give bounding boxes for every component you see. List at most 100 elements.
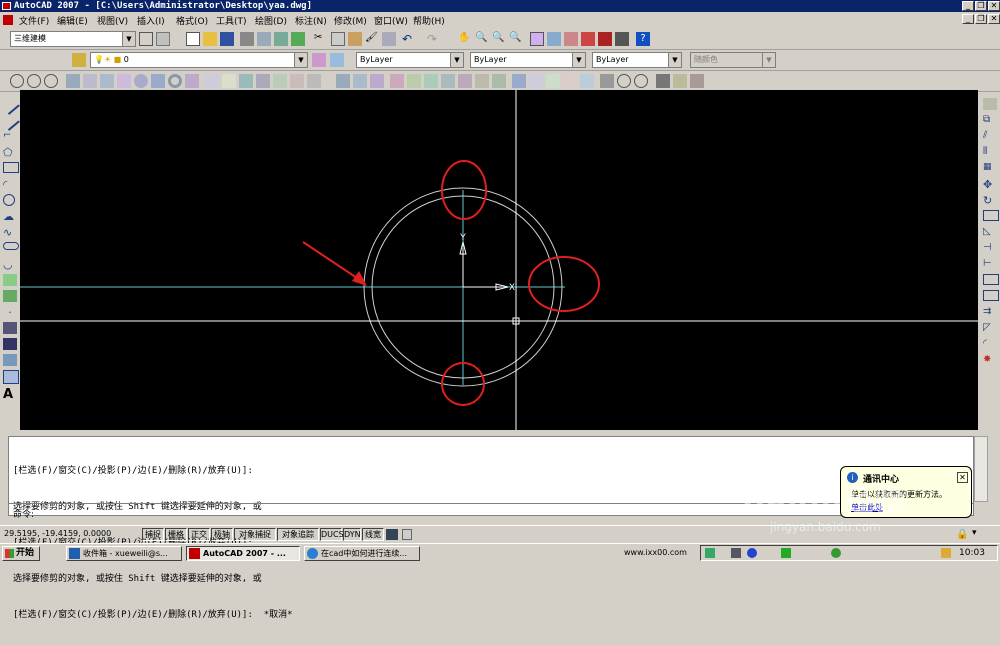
view-top-icon[interactable]	[529, 74, 543, 88]
copy-object-icon[interactable]: ⧉	[983, 114, 997, 126]
minimize-button[interactable]: _	[962, 1, 974, 11]
menu-format[interactable]: 格式(O)	[176, 14, 208, 27]
stretch-icon[interactable]: ◺	[983, 226, 997, 238]
menu-view[interactable]: 视图(V)	[97, 14, 128, 27]
subtract-icon[interactable]	[353, 74, 367, 88]
restore-button[interactable]: ❐	[975, 1, 987, 11]
annotation-icon[interactable]	[402, 529, 412, 540]
insert-block-icon[interactable]	[3, 274, 17, 286]
task-browser[interactable]: 在cad中如何进行连续...	[304, 546, 420, 561]
balloon-close-button[interactable]: ✕	[957, 472, 968, 483]
tray-update-icon[interactable]	[941, 548, 951, 558]
task-outlook[interactable]: 收件箱 - xueweili@s...	[66, 546, 182, 561]
make-current-layer-icon[interactable]	[312, 53, 326, 67]
menu-tools[interactable]: 工具(T)	[216, 14, 247, 27]
menu-insert[interactable]: 插入(I)	[137, 14, 165, 27]
menu-draw[interactable]: 绘图(D)	[255, 14, 287, 27]
clock[interactable]: 10:03	[959, 548, 985, 558]
polygon-icon[interactable]: ⬠	[3, 146, 17, 159]
arc-icon[interactable]: ◜	[3, 178, 17, 191]
zoom-previous-icon[interactable]: 🔍	[509, 32, 523, 46]
coordinate-display[interactable]: 29.5195, -19.4159, 0.0000	[4, 529, 111, 538]
multiline-text-icon[interactable]: A	[3, 387, 17, 402]
intersect-icon[interactable]	[370, 74, 384, 88]
array-icon[interactable]: ▦	[983, 162, 997, 174]
walk-icon[interactable]	[617, 74, 631, 88]
view-side-icon[interactable]	[563, 74, 577, 88]
linetype-select[interactable]: ByLayer ▼	[470, 52, 586, 68]
pan-icon[interactable]: ✋	[458, 32, 472, 46]
layer-select[interactable]: 💡☀ ■ 0 ▼	[90, 52, 308, 68]
grid-toggle[interactable]: 栅格	[165, 528, 187, 541]
tray-network-icon[interactable]	[705, 548, 715, 558]
lock-icon[interactable]: 🔒	[956, 529, 968, 540]
light-icon[interactable]	[673, 74, 687, 88]
gradient-icon[interactable]	[3, 338, 17, 350]
3d-orbit-icon[interactable]	[10, 74, 24, 88]
workspace-settings-icon[interactable]	[139, 32, 153, 46]
ortho-toggle[interactable]: 正交	[188, 528, 210, 541]
revision-cloud-icon[interactable]: ☁	[3, 210, 17, 223]
lineweight-toggle[interactable]: 线宽	[362, 528, 384, 541]
rotate-icon[interactable]: ↻	[983, 194, 997, 207]
statusbar-menu-icon[interactable]: ▾	[972, 528, 977, 538]
help-icon[interactable]: ?	[636, 32, 650, 46]
point-icon[interactable]: ·	[3, 306, 17, 319]
3d-dwf-icon[interactable]	[291, 32, 305, 46]
design-center-icon[interactable]	[547, 32, 561, 46]
dyn-toggle[interactable]: DYN	[343, 528, 361, 541]
menu-dimension[interactable]: 标注(N)	[295, 14, 327, 27]
break-icon[interactable]	[983, 290, 999, 301]
spline-icon[interactable]: ∿	[3, 226, 17, 239]
render-icon[interactable]	[656, 74, 670, 88]
rectangle-icon[interactable]	[3, 162, 19, 173]
model-space-icon[interactable]	[386, 529, 398, 540]
planar-surface-icon[interactable]	[222, 74, 236, 88]
sweep-icon[interactable]	[273, 74, 287, 88]
markup-icon[interactable]	[598, 32, 612, 46]
drawing-canvas[interactable]: Y X	[20, 90, 978, 430]
pyramid-icon[interactable]	[185, 74, 199, 88]
continuous-orbit-icon[interactable]	[44, 74, 58, 88]
copy-icon[interactable]	[331, 32, 345, 46]
zoom-window-icon[interactable]: 🔍	[492, 32, 506, 46]
publish-icon[interactable]	[274, 32, 288, 46]
snap-toggle[interactable]: 捕捉	[142, 528, 164, 541]
mirror-icon[interactable]: ⫽	[983, 130, 997, 142]
menu-help[interactable]: 帮助(H)	[413, 14, 445, 27]
ducs-toggle[interactable]: DUCS	[320, 528, 344, 541]
command-scrollbar[interactable]	[974, 436, 988, 502]
tray-app-icon[interactable]	[831, 548, 841, 558]
paste-icon[interactable]	[348, 32, 362, 46]
extend-icon[interactable]: ⊢	[983, 258, 997, 270]
visual-style-icon[interactable]	[512, 74, 526, 88]
3d-align-icon[interactable]	[424, 74, 438, 88]
menu-edit[interactable]: 编辑(E)	[57, 14, 88, 27]
menu-file[interactable]: 文件(F)	[19, 14, 49, 27]
extrude-icon[interactable]	[239, 74, 253, 88]
chamfer-icon[interactable]: ◸	[983, 322, 997, 334]
union-icon[interactable]	[336, 74, 350, 88]
revolve-icon[interactable]	[290, 74, 304, 88]
lineweight-select[interactable]: ByLayer ▼	[592, 52, 682, 68]
osnap-toggle[interactable]: 对象捕捉	[234, 528, 276, 541]
free-orbit-icon[interactable]	[27, 74, 41, 88]
color-select[interactable]: ByLayer ▼	[356, 52, 464, 68]
polyline-icon[interactable]: ⌐	[3, 130, 17, 142]
erase-icon[interactable]	[983, 98, 997, 110]
wedge-icon[interactable]	[100, 74, 114, 88]
calculator-icon[interactable]	[615, 32, 629, 46]
sheet-set-icon[interactable]	[581, 32, 595, 46]
view-iso-icon[interactable]	[580, 74, 594, 88]
block-editor-icon[interactable]	[382, 32, 396, 46]
view-front-icon[interactable]	[546, 74, 560, 88]
scale-icon[interactable]	[983, 210, 999, 221]
layer-manager-icon[interactable]	[72, 53, 86, 67]
hatch-icon[interactable]	[3, 322, 17, 334]
task-autocad[interactable]: AutoCAD 2007 - ...	[186, 546, 300, 561]
ellipse-arc-icon[interactable]: ◡	[3, 258, 17, 271]
match-properties-icon[interactable]: 🖌	[365, 32, 379, 46]
sphere-icon[interactable]	[134, 74, 148, 88]
helix-icon[interactable]	[205, 74, 219, 88]
polysolid-icon[interactable]	[66, 74, 80, 88]
